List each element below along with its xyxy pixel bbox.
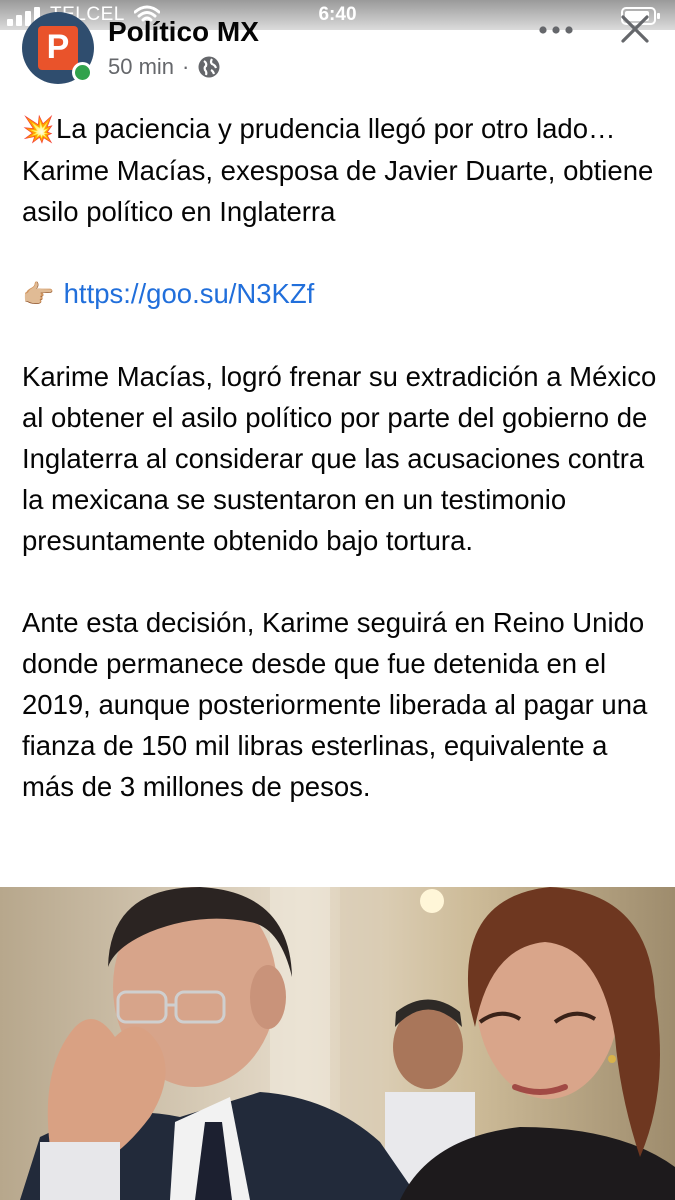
meta-separator: · xyxy=(182,54,190,79)
online-status-dot xyxy=(72,62,93,83)
headline-text: La paciencia y prudencia llegó por otro … xyxy=(22,113,654,227)
page-name[interactable]: Político MX xyxy=(108,16,259,48)
globe-icon xyxy=(198,56,220,78)
post-body: 💥La paciencia y prudencia llegó por otro… xyxy=(22,108,662,807)
explosion-emoji-icon: 💥 xyxy=(22,114,55,144)
post-photo[interactable] xyxy=(0,887,675,1200)
post-photo-illustration xyxy=(0,887,675,1200)
post-time[interactable]: 50 min xyxy=(108,54,174,80)
close-icon[interactable] xyxy=(618,12,652,46)
post-meta: 50 min · xyxy=(108,54,221,80)
pointing-hand-emoji-icon: 👉🏼 xyxy=(22,279,55,309)
post-headline: 💥La paciencia y prudencia llegó por otro… xyxy=(22,108,662,232)
post-paragraph-2: Ante esta decisión, Karime seguirá en Re… xyxy=(22,607,648,802)
post-link[interactable]: https://goo.su/N3KZf xyxy=(64,278,315,309)
post-link-line: 👉🏼 https://goo.su/N3KZf xyxy=(22,273,662,315)
more-options-button[interactable] xyxy=(538,22,574,38)
post-paragraph-1: Karime Macías, logró frenar su extradici… xyxy=(22,361,657,556)
avatar-logo-letter: P xyxy=(46,28,70,66)
